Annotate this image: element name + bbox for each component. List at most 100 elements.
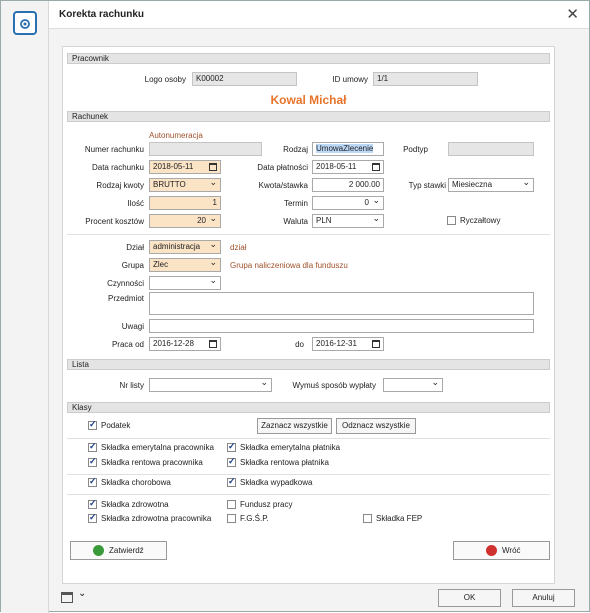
rodzaj-kwoty-select[interactable]: BRUTTO: [149, 178, 221, 192]
data-platnosci-label: Data płatności: [257, 163, 308, 172]
wymus-select[interactable]: [383, 378, 443, 392]
typ-stawki-select[interactable]: Miesieczna: [448, 178, 534, 192]
rodzaj-kwoty-label: Rodzaj kwoty: [96, 181, 144, 190]
left-sidebar: [1, 1, 49, 613]
zdrowotna-label: Składka zdrowotna: [101, 500, 169, 509]
employee-name: Kowal Michał: [270, 93, 347, 107]
data-platnosci-field[interactable]: 2018-05-11: [312, 160, 384, 174]
rodzaj-field[interactable]: UmowaZlecenie: [312, 142, 384, 156]
chorobowa-checkbox[interactable]: [88, 476, 97, 487]
confirm-label: Zatwierdź: [109, 546, 144, 555]
numer-field[interactable]: [149, 142, 262, 156]
data-rachunku-field[interactable]: 2018-05-11: [149, 160, 221, 174]
ok-button[interactable]: OK: [438, 589, 501, 607]
chorobowa-label: Składka chorobowa: [101, 478, 171, 487]
typ-stawki-label: Typ stawki: [408, 181, 446, 190]
confirm-button[interactable]: Zatwierdź: [70, 541, 167, 560]
data-platnosci-value: 2018-05-11: [316, 162, 357, 171]
do-value: 2016-12-31: [316, 339, 357, 348]
rent-prac-checkbox[interactable]: [88, 456, 97, 467]
czynnosci-select[interactable]: [149, 276, 221, 290]
fgsp-label: F.G.Ś.P.: [240, 514, 269, 523]
ryczaltowy-checkbox[interactable]: [447, 216, 456, 225]
document-settings-icon: [13, 11, 37, 35]
uwagi-field[interactable]: [149, 319, 534, 333]
ilosc-label: Ilość: [127, 199, 144, 208]
wypadkowa-checkbox[interactable]: [227, 476, 236, 487]
dialog-window: Korekta rachunku ✕ Pracownik Logo osoby …: [0, 0, 590, 613]
rent-plat-label: Składka rentowa płatnika: [240, 458, 329, 467]
back-icon: [486, 545, 497, 556]
zdrow-prac-label: Składka zdrowotna pracownika: [101, 514, 212, 523]
cancel-button[interactable]: Anuluj: [512, 589, 575, 607]
procent-kosztow-select[interactable]: 20: [149, 214, 221, 228]
nr-listy-label: Nr listy: [119, 381, 144, 390]
logo-field[interactable]: K00002: [192, 72, 297, 86]
praca-od-field[interactable]: 2016-12-28: [149, 337, 221, 351]
przedmiot-field[interactable]: [149, 292, 534, 315]
section-pracownik: Pracownik: [67, 53, 550, 64]
fundusz-checkbox[interactable]: [227, 500, 236, 509]
dzial-select[interactable]: administracja: [149, 240, 221, 254]
em-plat-checkbox[interactable]: [227, 441, 236, 452]
id-umowy-field[interactable]: 1/1: [373, 72, 478, 86]
confirm-icon: [93, 545, 104, 556]
grupa-note: Grupa naliczeniowa dla funduszu: [230, 261, 348, 270]
chevron-down-icon[interactable]: ⌄: [78, 588, 86, 599]
back-button[interactable]: Wróć: [453, 541, 550, 560]
settings-window-icon[interactable]: [61, 592, 73, 603]
fep-checkbox[interactable]: [363, 514, 372, 523]
rodzaj-label: Rodzaj: [283, 145, 308, 154]
waluta-select[interactable]: PLN: [312, 214, 384, 228]
grupa-select[interactable]: Zlec: [149, 258, 221, 272]
select-all-button[interactable]: Zaznacz wszystkie: [257, 418, 332, 434]
podatek-label: Podatek: [101, 421, 131, 430]
termin-label: Termin: [283, 199, 308, 208]
podatek-checkbox[interactable]: [88, 419, 97, 430]
zdrow-prac-checkbox[interactable]: [88, 512, 97, 523]
section-rachunek: Rachunek: [67, 111, 550, 122]
wypadkowa-label: Składka wypadkowa: [240, 478, 313, 487]
calendar-icon[interactable]: [372, 340, 380, 348]
przedmiot-label: Przedmiot: [107, 294, 144, 303]
waluta-label: Waluta: [283, 217, 308, 226]
form-panel: Pracownik Logo osoby K00002 ID umowy 1/1…: [62, 46, 555, 584]
rent-plat-checkbox[interactable]: [227, 456, 236, 467]
data-rachunku-label: Data rachunku: [91, 163, 144, 172]
podtyp-field[interactable]: [448, 142, 534, 156]
close-icon[interactable]: ✕: [566, 5, 579, 23]
section-klasy: Klasy: [67, 402, 550, 413]
calendar-icon[interactable]: [209, 340, 217, 348]
praca-od-value: 2016-12-28: [153, 339, 194, 348]
nr-listy-select[interactable]: [149, 378, 272, 392]
termin-select[interactable]: 0: [312, 196, 384, 210]
section-lista: Lista: [67, 359, 550, 370]
zdrowotna-checkbox[interactable]: [88, 498, 97, 509]
do-label: do: [295, 340, 304, 349]
ryczaltowy-label: Ryczałtowy: [460, 216, 501, 225]
czynnosci-label: Czynności: [107, 279, 144, 288]
praca-od-label: Praca od: [111, 340, 144, 349]
wymus-label: Wymuś sposób wypłaty: [292, 381, 376, 390]
kwota-field[interactable]: 2 000.00: [312, 178, 384, 192]
ilosc-field[interactable]: 1: [149, 196, 221, 210]
numer-label: Numer rachunku: [84, 145, 144, 154]
divider: [67, 234, 550, 235]
divider: [67, 474, 550, 475]
bottom-bar: ⌄ OK Anuluj: [49, 584, 589, 613]
em-prac-checkbox[interactable]: [88, 441, 97, 452]
rodzaj-value: UmowaZlecenie: [316, 144, 374, 153]
em-plat-label: Składka emerytalna płatnika: [240, 443, 341, 452]
calendar-icon[interactable]: [209, 163, 217, 171]
fundusz-label: Fundusz pracy: [240, 500, 293, 509]
data-rachunku-value: 2018-05-11: [153, 162, 194, 171]
deselect-all-button[interactable]: Odznacz wszystkie: [336, 418, 416, 434]
id-umowy-label: ID umowy: [332, 75, 368, 84]
divider: [67, 438, 550, 439]
podtyp-label: Podtyp: [403, 145, 428, 154]
calendar-icon[interactable]: [372, 163, 380, 171]
do-field[interactable]: 2016-12-31: [312, 337, 384, 351]
fep-label: Składka FEP: [376, 514, 423, 523]
divider: [67, 494, 550, 495]
fgsp-checkbox[interactable]: [227, 514, 236, 523]
